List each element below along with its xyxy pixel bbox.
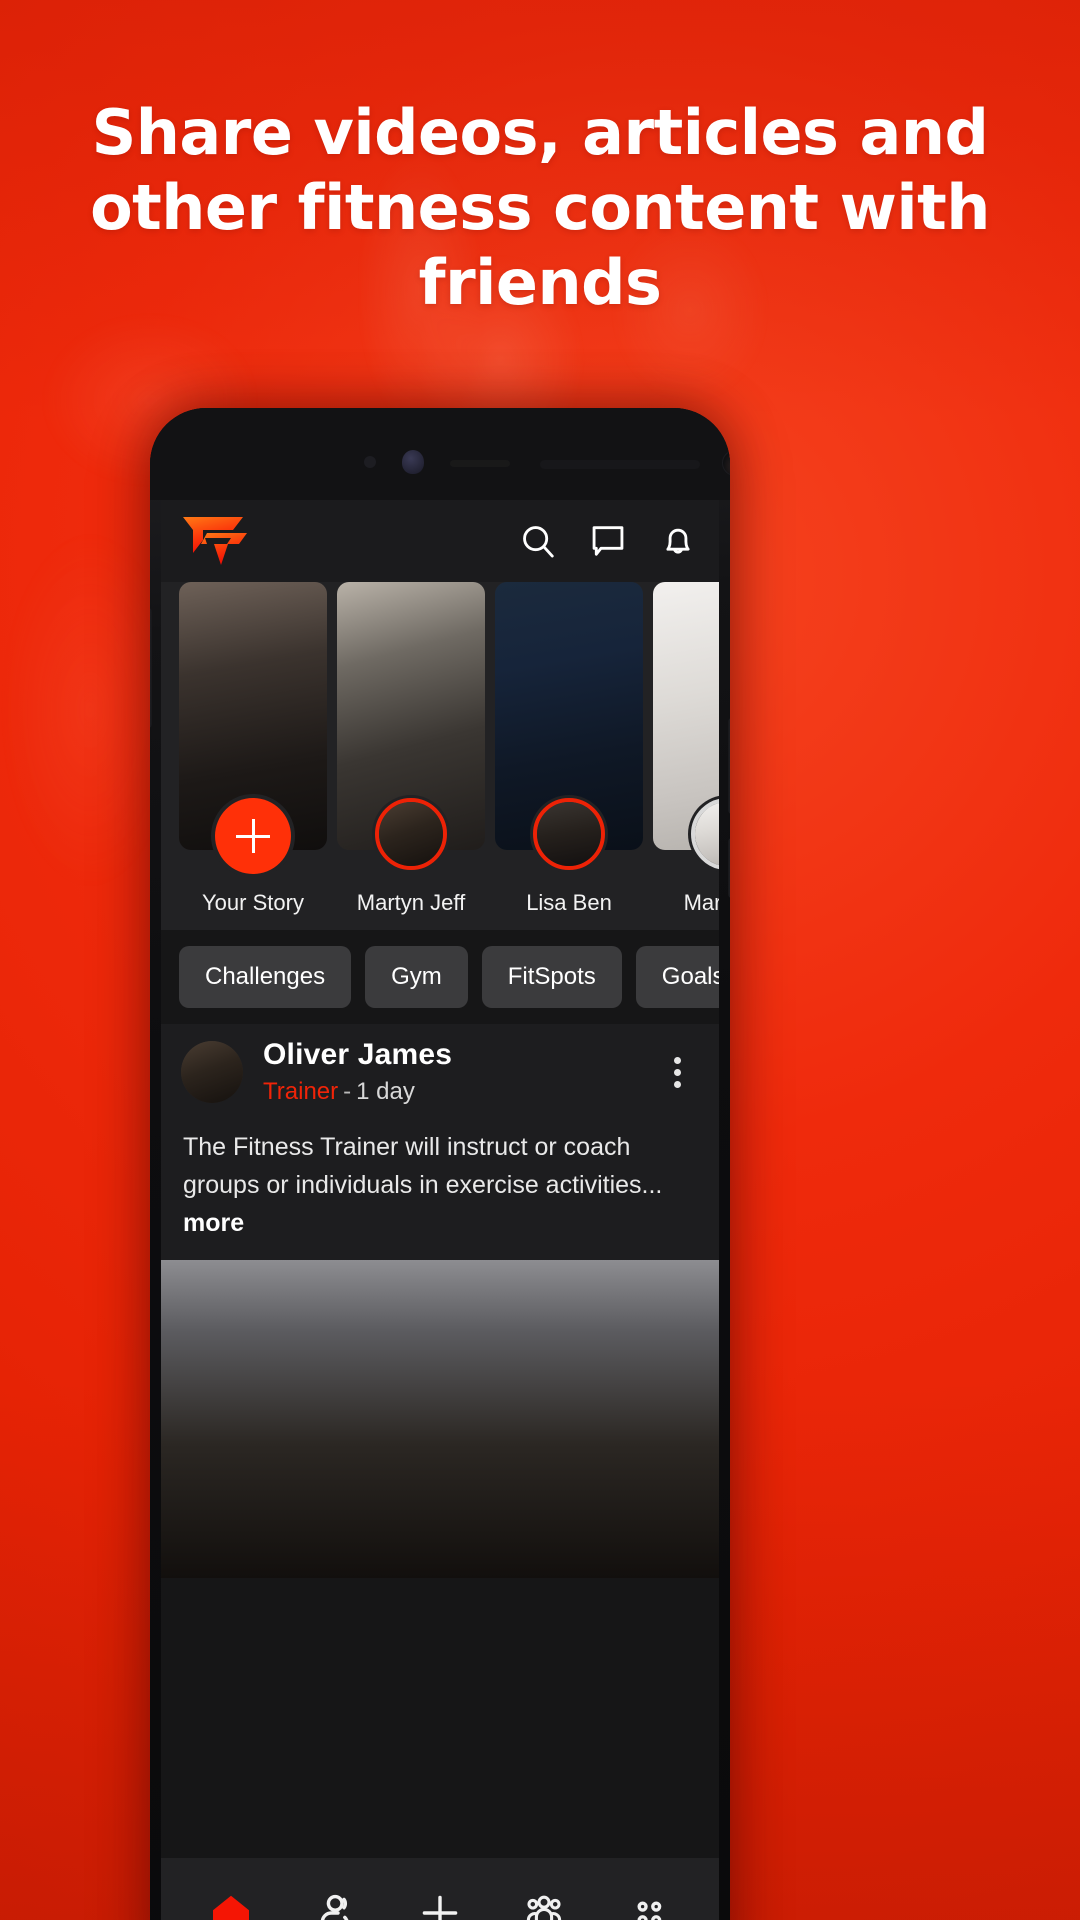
nav-more[interactable] <box>613 1877 685 1920</box>
post-options-button[interactable] <box>655 1050 699 1094</box>
post-meta: Oliver James Trainer -1 day <box>263 1038 655 1106</box>
feed-post: Oliver James Trainer -1 day The Fitness T… <box>161 1024 719 1578</box>
story-avatar[interactable] <box>533 798 605 870</box>
story-label: Your Story <box>202 890 304 915</box>
story-martyn-jeff[interactable]: Martyn Jeff <box>337 582 485 916</box>
story-label: Marina A <box>683 890 719 915</box>
post-body: The Fitness Trainer will instruct or coa… <box>161 1114 719 1260</box>
phone-screen: Your Story Martyn Jeff Lisa Ben Mar Chal… <box>161 500 719 1920</box>
category-chip-row[interactable]: Challenges Gym FitSpots Goals <box>161 930 719 1024</box>
person-icon <box>320 1894 348 1920</box>
fitness-app-logo[interactable] <box>181 513 255 569</box>
nav-create[interactable] <box>404 1877 476 1920</box>
chip-fitspots[interactable]: FitSpots <box>481 946 622 1008</box>
story-lisa-ben[interactable]: Lisa Ben <box>495 582 643 916</box>
nav-home[interactable] <box>195 1877 267 1920</box>
post-photo <box>161 1260 719 1578</box>
app-header <box>161 500 719 582</box>
phone-power-button <box>728 718 730 814</box>
post-body-text: The Fitness Trainer will instruct or coa… <box>183 1133 663 1199</box>
nav-friends[interactable] <box>300 1877 372 1920</box>
story-marina-a[interactable]: Marina A <box>653 582 719 916</box>
dot <box>673 1056 681 1064</box>
phone-top-bezel <box>150 408 730 500</box>
post-image[interactable] <box>161 1260 719 1578</box>
earpiece-speaker <box>540 460 700 469</box>
story-label: Lisa Ben <box>526 890 612 915</box>
post-separator: - <box>343 1078 352 1105</box>
promo-headline: Share videos, articles and other fitness… <box>90 96 990 319</box>
search-icon[interactable] <box>519 522 557 560</box>
post-timestamp: 1 day <box>356 1078 415 1105</box>
chip-goals[interactable]: Goals <box>635 946 719 1008</box>
proximity-sensor-icon <box>364 456 376 468</box>
group-icon <box>527 1895 562 1920</box>
phone-mockup: Your Story Martyn Jeff Lisa Ben Mar Chal… <box>150 408 730 1920</box>
chip-gym[interactable]: Gym <box>365 946 468 1008</box>
story-avatar[interactable] <box>375 798 447 870</box>
avatar[interactable] <box>181 1041 243 1103</box>
story-label: Martyn Jeff <box>356 890 466 915</box>
dots-grid-icon <box>637 1901 662 1920</box>
sensor-grill <box>450 460 510 467</box>
ir-sensor-icon <box>402 450 424 474</box>
post-author-name[interactable]: Oliver James <box>263 1038 655 1072</box>
phone-side-button <box>728 838 730 898</box>
avatar-photo <box>537 802 601 866</box>
chip-challenges[interactable]: Challenges <box>179 946 352 1008</box>
plus-icon <box>422 1895 458 1920</box>
front-camera-icon <box>722 450 730 476</box>
story-avatar[interactable] <box>691 798 719 870</box>
dot <box>673 1068 681 1076</box>
avatar-photo <box>379 802 443 866</box>
chat-icon[interactable] <box>589 522 627 560</box>
add-story-button[interactable] <box>215 798 291 874</box>
avatar-photo <box>695 802 719 866</box>
bell-icon[interactable] <box>659 522 697 560</box>
avatar-photo <box>181 1041 243 1103</box>
post-subtitle: Trainer -1 day <box>263 1078 655 1106</box>
bottom-navigation-bar[interactable] <box>161 1858 719 1920</box>
nav-groups[interactable] <box>508 1877 580 1920</box>
post-more-link[interactable]: more <box>183 1209 244 1237</box>
header-icon-group <box>519 522 697 560</box>
stories-carousel[interactable]: Your Story Martyn Jeff Lisa Ben Mar <box>161 582 719 930</box>
post-role-badge: Trainer <box>263 1078 339 1105</box>
home-icon <box>213 1895 250 1920</box>
phone-volume-button <box>150 608 152 728</box>
post-header: Oliver James Trainer -1 day <box>161 1024 719 1114</box>
dot <box>673 1080 681 1088</box>
phone-shell: Your Story Martyn Jeff Lisa Ben Mar Chal… <box>150 408 730 1920</box>
story-your-story[interactable]: Your Story <box>179 582 327 916</box>
